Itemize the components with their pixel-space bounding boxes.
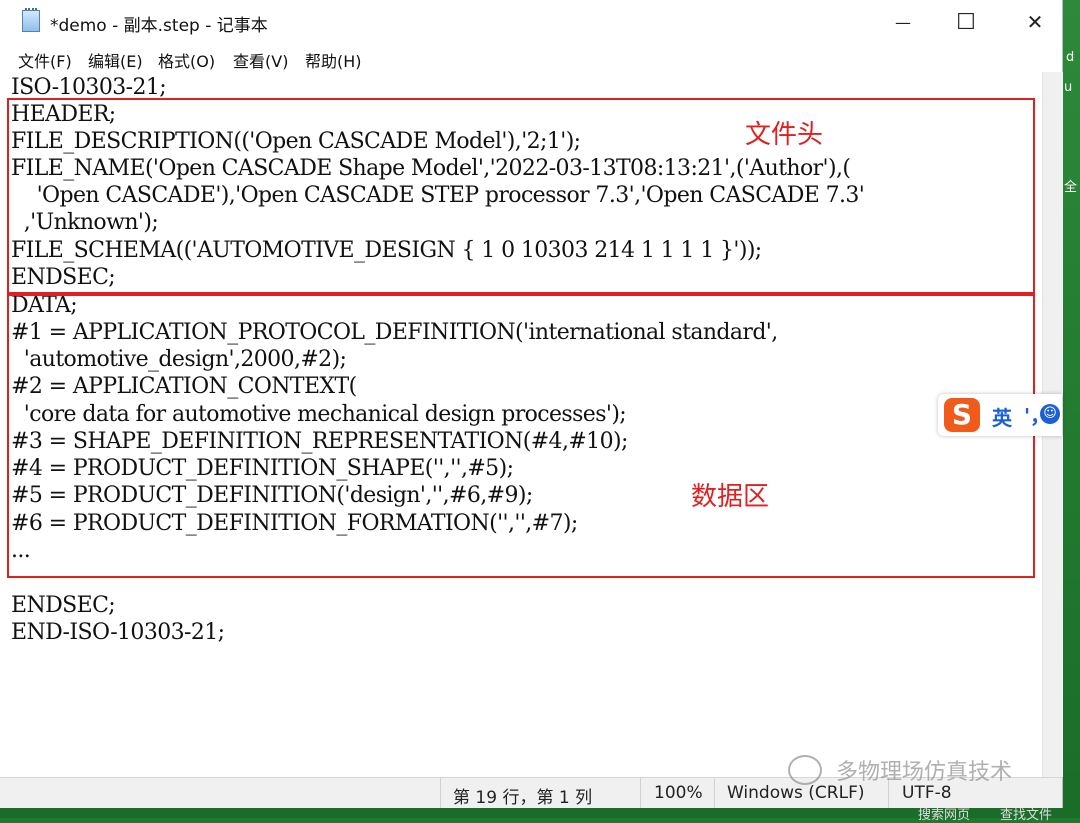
line-ending: Windows (CRLF) <box>727 783 865 803</box>
encoding: UTF-8 <box>902 783 952 803</box>
data-section-box <box>7 294 1035 578</box>
notepad-icon <box>22 8 40 32</box>
watermark: 多物理场仿真技术 <box>836 754 1012 786</box>
text-editor[interactable]: ISO-10303-21; HEADER; FILE_DESCRIPTION((… <box>0 72 1042 777</box>
desktop-fragment: u <box>1064 80 1073 95</box>
close-icon: ✕ <box>1026 10 1044 34</box>
sogou-logo-icon: S <box>944 398 980 432</box>
window-title: *demo - 副本.step - 记事本 <box>50 16 268 36</box>
desktop-fragment: 全 <box>1064 180 1078 195</box>
status-divider <box>440 778 441 809</box>
header-section-label: 文件头 <box>745 120 824 150</box>
ime-toolbar[interactable]: S 英 '， ☺ <box>938 394 1062 436</box>
maximize-button[interactable]: ☐ <box>931 0 1001 44</box>
taskbar-search[interactable]: 搜索网页 <box>918 804 970 823</box>
status-divider <box>640 778 641 809</box>
data-section-label: 数据区 <box>691 482 770 512</box>
maximize-icon: ☐ <box>956 9 976 35</box>
ime-language-mode[interactable]: 英 <box>992 402 1012 431</box>
cursor-position: 第 19 行，第 1 列 <box>453 788 593 808</box>
menu-bar: 文件(F) 编辑(E) 格式(O) 查看(V) 帮助(H) <box>0 44 1062 72</box>
minimize-button[interactable]: — <box>868 0 938 44</box>
watermark-text: 多物理场仿真技术 <box>836 760 1013 785</box>
notepad-window: *demo - 副本.step - 记事本 — ☐ ✕ 文件(F) 编辑(E) … <box>0 0 1063 809</box>
code-line: ISO-10303-21; <box>11 75 167 100</box>
taskbar-find[interactable]: 查找文件 <box>1000 804 1052 823</box>
minimize-icon: — <box>895 12 911 32</box>
menu-edit[interactable]: 编辑(E) <box>88 48 143 72</box>
menu-file[interactable]: 文件(F) <box>18 48 72 72</box>
menu-format[interactable]: 格式(O) <box>158 48 215 72</box>
menu-help[interactable]: 帮助(H) <box>305 48 362 72</box>
desktop-background <box>1060 0 1080 818</box>
smile-icon[interactable]: ☺ <box>1040 404 1060 424</box>
desktop-fragment: d <box>1066 50 1075 65</box>
code-line: END-ISO-10303-21; <box>11 620 225 645</box>
header-section-box <box>7 98 1035 294</box>
status-divider <box>714 778 715 809</box>
close-button[interactable]: ✕ <box>1000 0 1070 44</box>
wechat-icon <box>788 755 822 785</box>
title-bar[interactable]: *demo - 副本.step - 记事本 — ☐ ✕ <box>0 0 1062 44</box>
menu-view[interactable]: 查看(V) <box>233 48 288 72</box>
zoom-level: 100% <box>654 783 703 803</box>
code-line: ENDSEC; <box>11 593 116 618</box>
